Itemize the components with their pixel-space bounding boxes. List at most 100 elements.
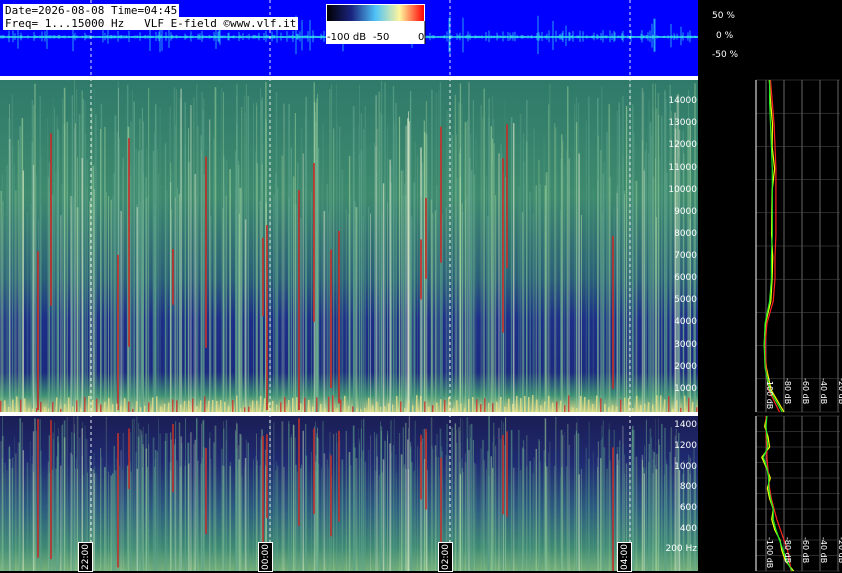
streak bbox=[468, 450, 470, 571]
streak bbox=[374, 142, 375, 412]
low-band-mark bbox=[372, 405, 374, 412]
streak bbox=[54, 422, 55, 571]
streak bbox=[95, 114, 97, 412]
streak bbox=[574, 104, 576, 412]
streak bbox=[245, 439, 247, 571]
frequency-label: Freq= 1...15000 Hz VLF E-field ©www.vlf.… bbox=[3, 17, 299, 30]
streak bbox=[256, 433, 257, 571]
streak bbox=[400, 454, 403, 571]
streak bbox=[66, 417, 68, 571]
streak bbox=[456, 443, 458, 571]
streak bbox=[170, 162, 172, 412]
low-band-mark bbox=[312, 406, 314, 412]
streak bbox=[486, 177, 487, 412]
streak bbox=[241, 107, 243, 412]
streak bbox=[519, 113, 522, 412]
streak bbox=[403, 183, 406, 412]
streak bbox=[432, 448, 434, 571]
red-streak bbox=[262, 237, 264, 317]
streak bbox=[417, 155, 418, 412]
streak bbox=[422, 429, 424, 571]
streak bbox=[490, 456, 492, 571]
low-band-mark bbox=[112, 404, 114, 412]
streak bbox=[529, 461, 531, 571]
streak bbox=[341, 459, 344, 571]
red-streak bbox=[313, 163, 315, 322]
streak bbox=[32, 165, 35, 412]
streak bbox=[326, 459, 329, 571]
low-band-mark bbox=[604, 404, 606, 412]
time-tick-text: 00:00 bbox=[261, 544, 271, 570]
streak bbox=[384, 82, 386, 412]
streak bbox=[464, 462, 467, 571]
streak bbox=[566, 466, 568, 571]
streak bbox=[375, 470, 377, 571]
streak bbox=[580, 469, 582, 571]
streak bbox=[480, 448, 482, 571]
streak bbox=[48, 435, 51, 571]
streak bbox=[493, 435, 495, 571]
low-band-mark bbox=[184, 400, 186, 412]
streak bbox=[294, 113, 296, 412]
streak bbox=[384, 440, 386, 571]
low-band-mark bbox=[32, 408, 34, 412]
streak bbox=[387, 431, 389, 571]
streak bbox=[62, 423, 64, 571]
streak bbox=[256, 102, 257, 412]
low-band-mark bbox=[232, 399, 234, 412]
streak bbox=[460, 147, 461, 412]
streak bbox=[139, 429, 141, 571]
streak bbox=[290, 148, 292, 412]
streak bbox=[174, 197, 176, 412]
colorbar-label: -100 dB bbox=[327, 32, 367, 43]
streak bbox=[137, 436, 140, 571]
streak bbox=[21, 118, 24, 412]
streak bbox=[492, 441, 494, 571]
streak bbox=[145, 197, 148, 412]
low-band-mark bbox=[560, 400, 562, 412]
streak bbox=[184, 460, 186, 571]
streak bbox=[180, 443, 183, 571]
streak bbox=[392, 445, 395, 571]
low-band-mark bbox=[52, 402, 54, 412]
frequency-tick-label: 14000 bbox=[668, 96, 697, 107]
streak bbox=[694, 465, 696, 571]
streak bbox=[120, 210, 122, 412]
streak bbox=[333, 433, 335, 571]
low-band-mark bbox=[336, 408, 338, 412]
low-band-mark bbox=[136, 401, 138, 412]
streak bbox=[35, 430, 37, 571]
low-band-mark bbox=[164, 403, 166, 412]
low-band-mark bbox=[396, 396, 398, 412]
streak bbox=[533, 457, 535, 571]
red-streak bbox=[420, 434, 422, 500]
streak bbox=[326, 183, 329, 412]
streak bbox=[405, 468, 407, 571]
streak bbox=[299, 468, 302, 571]
low-band-mark bbox=[128, 401, 130, 412]
red-streak bbox=[172, 249, 174, 305]
streak bbox=[632, 104, 634, 412]
streak bbox=[423, 120, 425, 412]
streak bbox=[253, 103, 254, 412]
low-band-mark bbox=[552, 402, 554, 412]
db-tick-label: -40 dB bbox=[819, 537, 828, 564]
red-streak bbox=[205, 156, 207, 348]
low-band-mark bbox=[516, 395, 518, 412]
time-tick-label: 22:00 bbox=[78, 542, 93, 572]
streak bbox=[349, 196, 352, 412]
streak bbox=[113, 445, 115, 571]
streak bbox=[600, 440, 602, 571]
streak bbox=[154, 450, 157, 571]
streak bbox=[419, 197, 422, 412]
streak bbox=[398, 116, 401, 412]
streak bbox=[100, 129, 102, 412]
low-band-mark bbox=[236, 395, 238, 412]
streak bbox=[32, 431, 35, 571]
low-band-mark bbox=[120, 406, 122, 412]
streak bbox=[148, 145, 149, 412]
frequency-tick-label: 13000 bbox=[668, 118, 697, 129]
streak bbox=[379, 474, 381, 571]
streak bbox=[336, 83, 337, 412]
streak bbox=[616, 185, 619, 412]
